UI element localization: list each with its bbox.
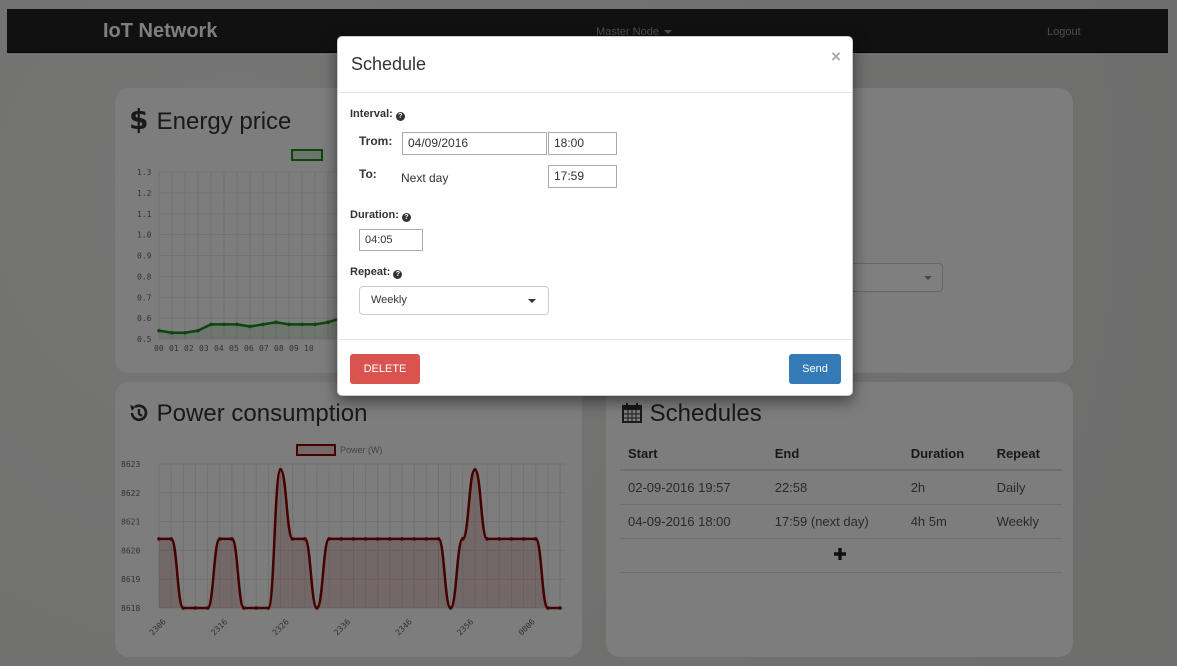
- question-icon[interactable]: ?: [401, 213, 411, 222]
- to-next-day-text: Next day: [401, 171, 449, 185]
- question-icon[interactable]: ?: [393, 270, 403, 279]
- duration-input[interactable]: 04:05: [359, 229, 423, 251]
- interval-label: Interval:?: [350, 108, 405, 121]
- send-button[interactable]: Send: [789, 354, 841, 384]
- duration-label: Duration:?: [350, 209, 411, 222]
- from-label: Trom:: [359, 134, 393, 148]
- caret-down-icon: [528, 299, 536, 303]
- duration-label-text: Duration:: [350, 209, 399, 221]
- repeat-label-text: Repeat:: [350, 266, 391, 278]
- repeat-select[interactable]: Weekly: [359, 286, 549, 315]
- modal-title: Schedule: [351, 54, 427, 74]
- repeat-label: Repeat:?: [350, 266, 403, 279]
- from-time-input[interactable]: 18:00: [548, 132, 617, 155]
- question-icon[interactable]: ?: [395, 112, 405, 121]
- to-label: To:: [359, 167, 377, 181]
- from-date-input[interactable]: 04/09/2016: [402, 132, 547, 155]
- close-icon[interactable]: ×: [831, 47, 841, 67]
- modal-header-divider: [338, 92, 852, 93]
- to-time-input[interactable]: 17:59: [548, 165, 617, 188]
- schedule-modal: Schedule × Interval:? Trom: 04/09/2016 1…: [337, 36, 853, 396]
- interval-label-text: Interval:: [350, 108, 393, 120]
- delete-button[interactable]: DELETE: [350, 354, 420, 384]
- modal-footer-divider: [338, 339, 852, 340]
- repeat-select-value: Weekly: [371, 294, 407, 306]
